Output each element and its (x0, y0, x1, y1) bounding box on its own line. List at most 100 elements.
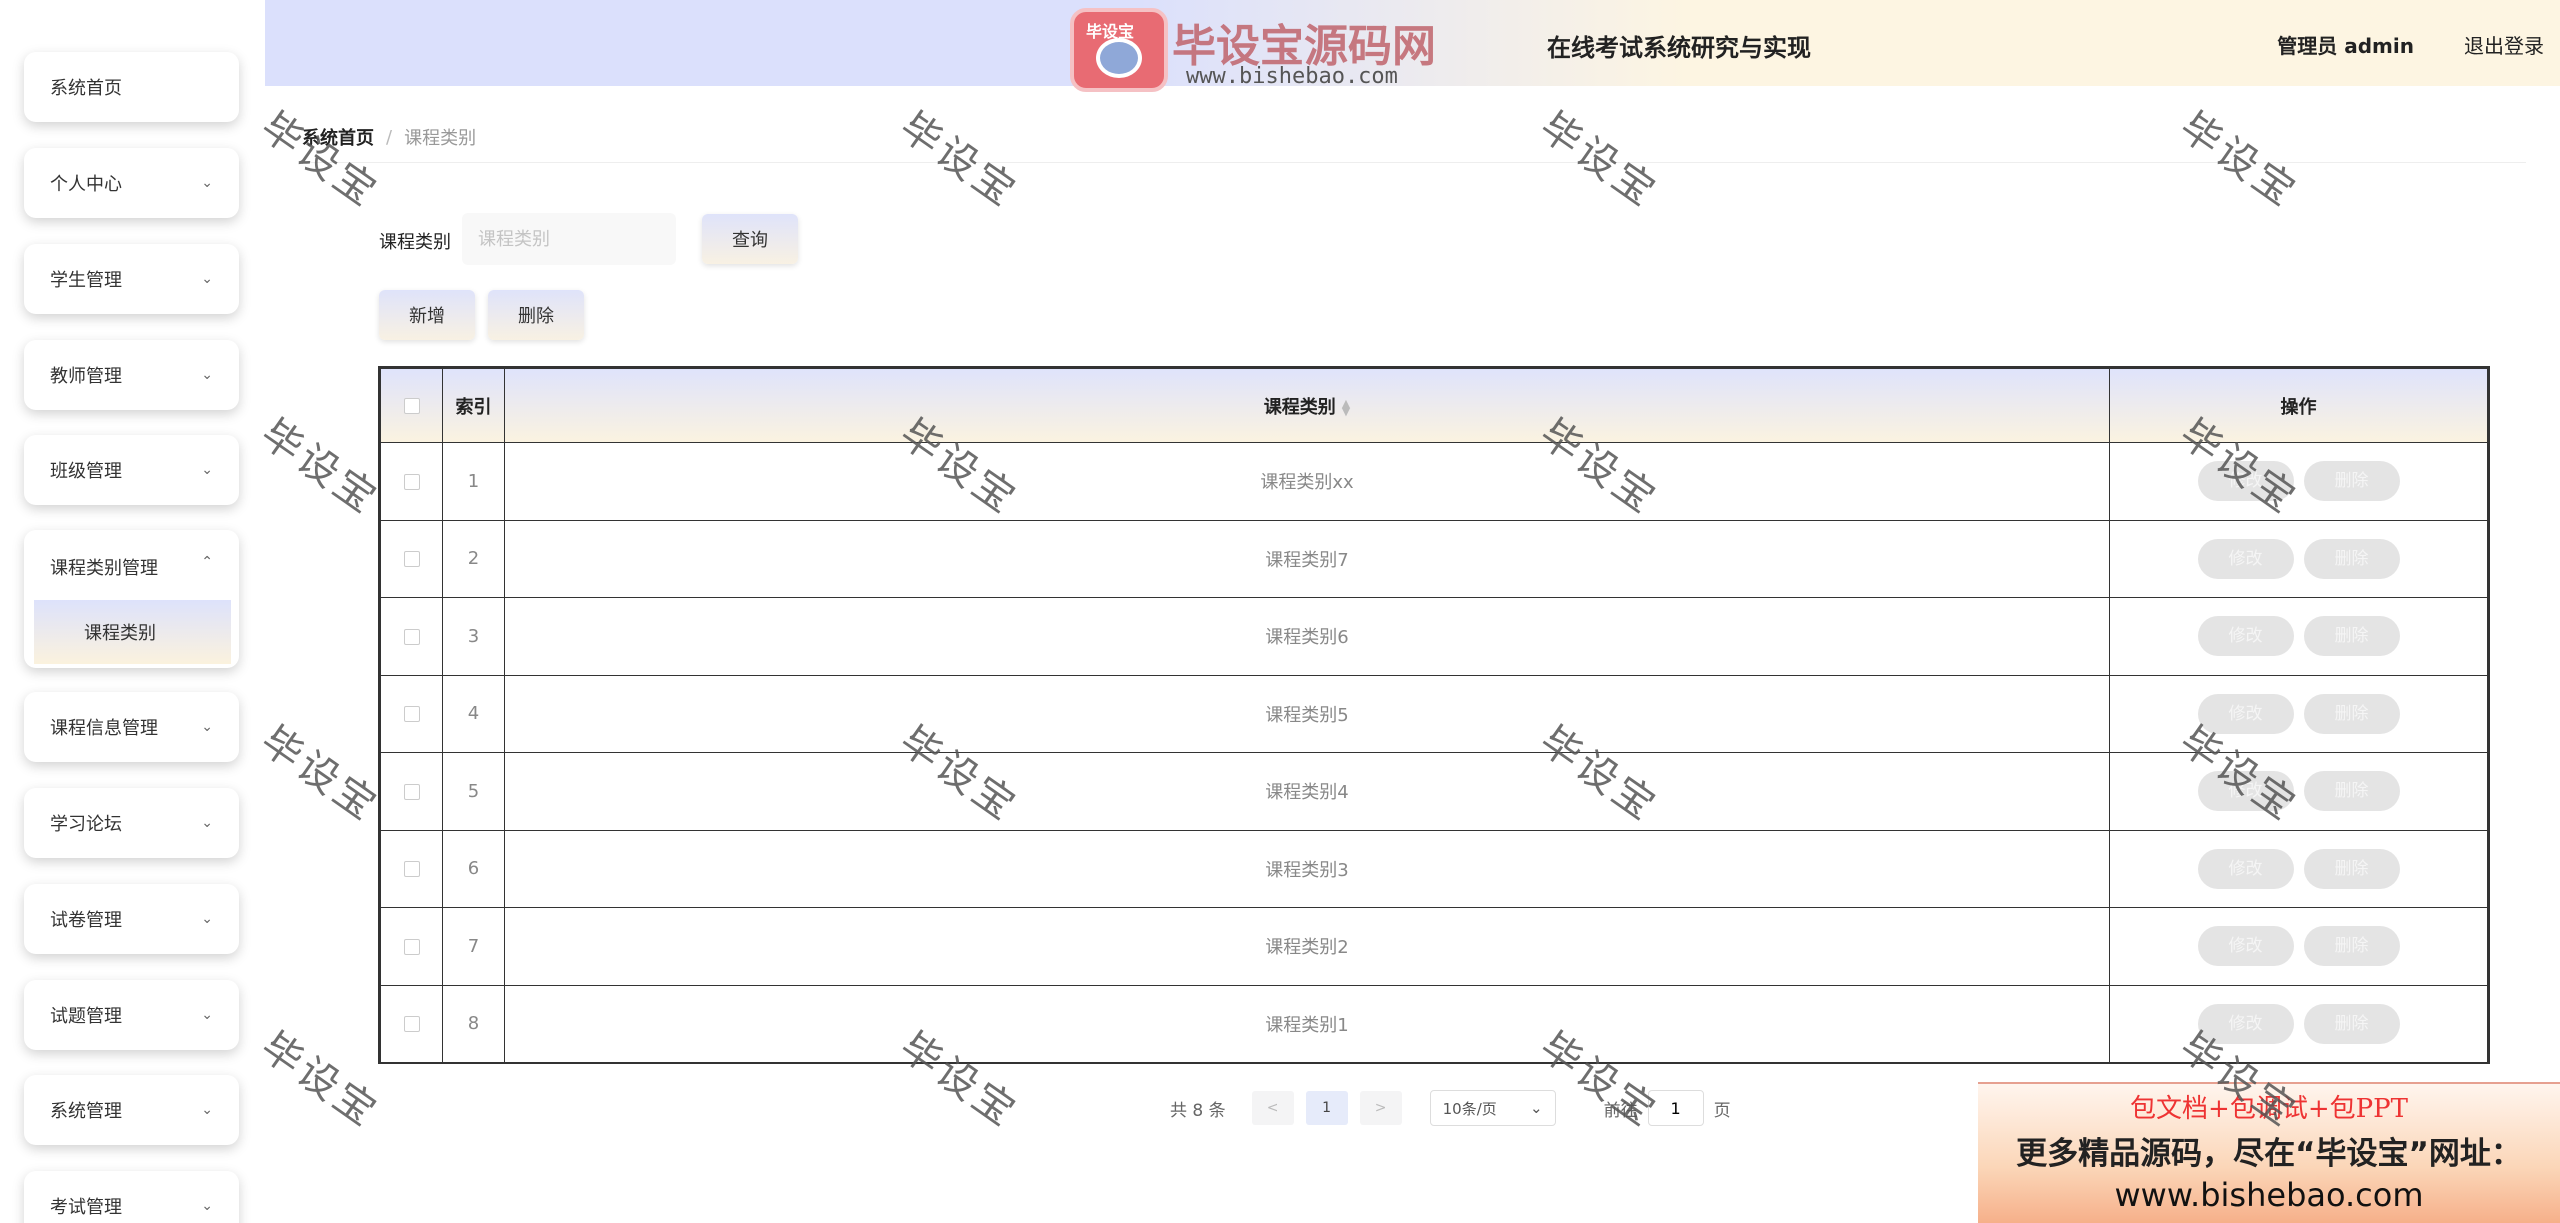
row-checkbox[interactable] (403, 473, 420, 490)
row-index: 4 (442, 674, 505, 753)
edit-button[interactable]: 修改 (2197, 771, 2294, 812)
row-checkbox[interactable] (403, 783, 420, 800)
page-number-button[interactable]: 1 (1305, 1091, 1348, 1125)
sidebar-item-exam-management[interactable]: 考试管理 ⌄ (24, 1171, 239, 1223)
sidebar-item-question-management[interactable]: 试题管理 ⌄ (24, 980, 239, 1050)
watermark: 毕设宝 (2171, 103, 2306, 217)
breadcrumb-separator: / (386, 126, 393, 148)
edit-button[interactable]: 修改 (2197, 926, 2294, 967)
edit-button[interactable]: 修改 (2197, 693, 2294, 734)
delete-button[interactable]: 删除 (2303, 926, 2400, 967)
sidebar-item-label: 课程类别管理 (50, 558, 158, 579)
sidebar-item-student-management[interactable]: 学生管理 ⌄ (24, 244, 239, 314)
add-button[interactable]: 新增 (379, 290, 475, 340)
promo-line-1: 包文档+包调试+包PPT (2130, 1094, 2408, 1124)
sort-icon[interactable]: ▲ ▼ (1342, 398, 1350, 417)
header-ops: 操作 (2109, 368, 2488, 443)
sidebar-item-learning-forum[interactable]: 学习论坛 ⌄ (24, 788, 239, 858)
row-checkbox[interactable] (403, 861, 420, 878)
chevron-down-icon: ⌄ (201, 1198, 213, 1214)
select-all-checkbox[interactable] (403, 398, 420, 414)
watermark: 毕设宝 (252, 103, 387, 217)
chevron-down-icon: ⌄ (201, 815, 213, 831)
sidebar-item-label: 学习论坛 (50, 814, 122, 835)
system-title: 在线考试系统研究与实现 (1547, 34, 1811, 62)
goto-suffix: 页 (1713, 1100, 1731, 1121)
row-checkbox[interactable] (403, 706, 420, 723)
table-row: 1 课程类别xx 修改 删除 (380, 442, 2488, 521)
delete-button[interactable]: 删除 (2303, 1003, 2400, 1044)
row-checkbox[interactable] (403, 1016, 420, 1033)
header-category-label: 课程类别 (1263, 396, 1336, 418)
logout-link[interactable]: 退出登录 (2464, 30, 2544, 59)
edit-button[interactable]: 修改 (2197, 1003, 2294, 1044)
prev-page-button[interactable]: < (1251, 1091, 1294, 1125)
query-button[interactable]: 查询 (702, 214, 798, 264)
delete-button[interactable]: 删除 (2303, 538, 2400, 579)
select-all-cell (380, 368, 443, 443)
row-index: 1 (442, 442, 505, 521)
edit-button[interactable]: 修改 (2197, 848, 2294, 889)
row-select-cell (380, 752, 443, 831)
delete-button[interactable]: 删除 (2303, 461, 2400, 502)
row-checkbox[interactable] (403, 551, 420, 568)
sidebar-item-course-info-management[interactable]: 课程信息管理 ⌄ (24, 692, 239, 762)
edit-button[interactable]: 修改 (2197, 616, 2294, 657)
watermark: 毕设宝 (1531, 103, 1666, 217)
table-row: 5 课程类别4 修改 删除 (380, 752, 2488, 831)
sidebar-item-label: 考试管理 (50, 1197, 122, 1218)
goto-page-input[interactable] (1647, 1090, 1704, 1126)
logo-url: www.bishebao.com (1186, 64, 1398, 89)
table-row: 6 课程类别3 修改 删除 (380, 829, 2488, 908)
sidebar-item-system-management[interactable]: 系统管理 ⌄ (24, 1075, 239, 1145)
row-checkbox[interactable] (403, 938, 420, 955)
sidebar-item-home[interactable]: 系统首页 (24, 52, 239, 122)
chevron-down-icon: ⌄ (201, 367, 213, 383)
batch-delete-button[interactable]: 删除 (488, 290, 584, 340)
chevron-down-icon: ⌄ (201, 719, 213, 735)
table-header-row: 索引 课程类别 ▲ ▼ 操作 (380, 368, 2488, 443)
promo-line-2: 更多精品源码，尽在“毕设宝”网址： (2016, 1136, 2522, 1172)
sidebar-item-exam-paper-management[interactable]: 试卷管理 ⌄ (24, 884, 239, 954)
breadcrumb-divider (302, 162, 2526, 163)
breadcrumb-current: 课程类别 (404, 128, 477, 149)
chevron-down-icon: ⌄ (201, 462, 213, 478)
sidebar-item-course-category-management[interactable]: 课程类别管理 ⌃ 课程类别 (24, 530, 239, 668)
delete-button[interactable]: 删除 (2303, 616, 2400, 657)
breadcrumb-home[interactable]: 系统首页 (302, 124, 374, 150)
row-select-cell (380, 674, 443, 753)
promo-line-3: www.bishebao.com (2114, 1176, 2424, 1214)
sidebar-item-teacher-management[interactable]: 教师管理 ⌄ (24, 340, 239, 410)
table-body: 1 课程类别xx 修改 删除 2 课程类别7 修改 删除 3 课程类别6 修改 删除 4 课程类别5 修改删… (380, 442, 2488, 1063)
row-category: 课程类别2 (504, 907, 2110, 986)
row-checkbox[interactable] (403, 628, 420, 645)
sidebar-item-label: 个人中心 (50, 174, 122, 195)
sidebar-subitem-course-category[interactable]: 课程类别 (34, 600, 231, 664)
page-size-select[interactable]: 10条/页 ⌄ (1429, 1090, 1556, 1126)
pagination: 共 8 条 < 1 > 10条/页 ⌄ 前往 页 (1170, 1090, 1731, 1126)
row-select-cell (380, 597, 443, 676)
goto-prefix: 前往 (1603, 1100, 1638, 1121)
promo-banner[interactable]: 包文档+包调试+包PPT 更多精品源码，尽在“毕设宝”网址： www.bishe… (1978, 1082, 2560, 1223)
table-row: 7 课程类别2 修改 删除 (380, 907, 2488, 986)
row-select-cell (380, 829, 443, 908)
next-page-button[interactable]: > (1359, 1091, 1402, 1125)
chevron-down-icon: ⌄ (201, 175, 213, 191)
delete-button[interactable]: 删除 (2303, 771, 2400, 812)
edit-button[interactable]: 修改 (2197, 538, 2294, 579)
sidebar-item-personal-center[interactable]: 个人中心 ⌄ (24, 148, 239, 218)
row-ops: 修改 删除 (2109, 442, 2488, 521)
delete-button[interactable]: 删除 (2303, 848, 2400, 889)
table-row: 4 课程类别5 修改 删除 (380, 674, 2488, 753)
edit-button[interactable]: 修改 (2197, 461, 2294, 502)
sidebar-item-label: 学生管理 (50, 270, 122, 291)
goto-page: 前往 页 (1604, 1090, 1731, 1126)
breadcrumb: 系统首页 / 课程类别 (302, 124, 476, 150)
page-size-value: 10条/页 (1442, 1099, 1497, 1118)
delete-button[interactable]: 删除 (2303, 693, 2400, 734)
sidebar-item-class-management[interactable]: 班级管理 ⌄ (24, 435, 239, 505)
chevron-up-icon: ⌃ (201, 554, 213, 570)
category-search-input[interactable] (462, 213, 676, 265)
sidebar-item-label: 班级管理 (50, 461, 122, 482)
header-category[interactable]: 课程类别 ▲ ▼ (504, 368, 2110, 443)
